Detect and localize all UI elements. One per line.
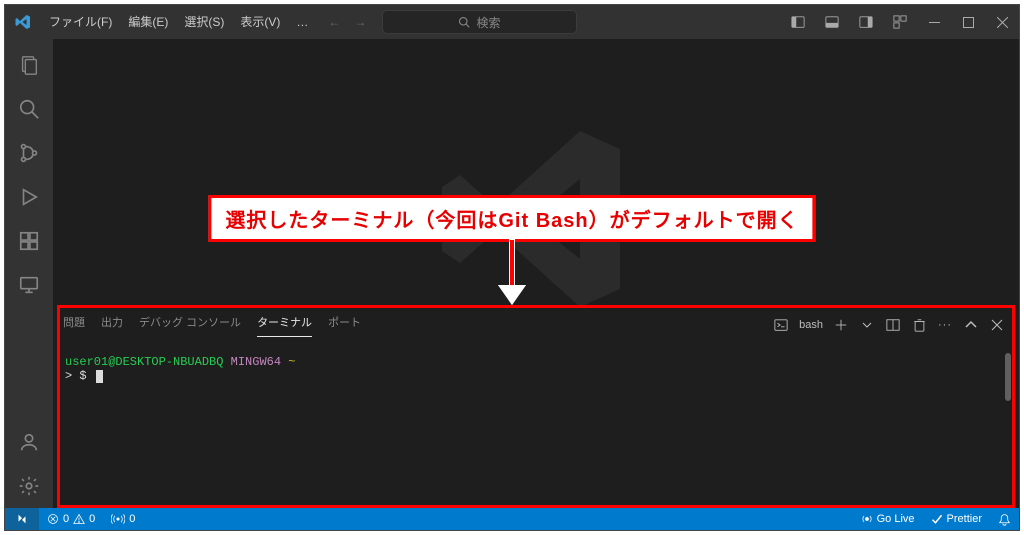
annotation-callout: 選択したターミナル（今回はGit Bash）がデフォルトで開く bbox=[208, 195, 815, 242]
activitybar bbox=[5, 39, 53, 508]
menu-overflow[interactable]: … bbox=[288, 5, 316, 39]
annotation-arrow-icon bbox=[500, 239, 524, 305]
explorer-icon[interactable] bbox=[5, 43, 53, 87]
menu-edit[interactable]: 編集(E) bbox=[120, 5, 176, 39]
split-terminal-icon[interactable] bbox=[885, 317, 901, 333]
panel-tab-ports[interactable]: ポート bbox=[328, 314, 361, 336]
toggle-secondary-sidebar-icon[interactable] bbox=[849, 5, 883, 39]
status-ports-count: 0 bbox=[129, 513, 135, 525]
terminal-cwd: ~ bbox=[288, 355, 295, 369]
window-maximize-icon[interactable] bbox=[951, 5, 985, 39]
source-control-icon[interactable] bbox=[5, 131, 53, 175]
error-icon bbox=[47, 513, 59, 525]
warning-icon bbox=[73, 513, 85, 525]
terminal-prompt-line: > $ bbox=[65, 369, 1005, 383]
status-problems[interactable]: 0 0 bbox=[39, 513, 103, 525]
menu-select[interactable]: 選択(S) bbox=[176, 5, 232, 39]
broadcast-icon bbox=[861, 513, 873, 525]
kill-terminal-icon[interactable] bbox=[911, 317, 927, 333]
status-notifications-icon[interactable] bbox=[990, 513, 1019, 526]
status-prettier-label: Prettier bbox=[947, 513, 982, 525]
search-placeholder: 検索 bbox=[476, 14, 500, 31]
customize-layout-icon[interactable] bbox=[883, 5, 917, 39]
status-prettier[interactable]: Prettier bbox=[923, 513, 990, 525]
vscode-window: ファイル(F) 編集(E) 選択(S) 表示(V) … ← → 検索 bbox=[4, 4, 1020, 531]
terminal-dropdown-icon[interactable] bbox=[859, 317, 875, 333]
terminal-prompt-prefix: > bbox=[65, 369, 72, 383]
panel-tab-output[interactable]: 出力 bbox=[101, 314, 123, 336]
panel-more-icon[interactable]: ··· bbox=[937, 317, 953, 333]
vscode-logo-icon bbox=[5, 14, 41, 30]
status-ports[interactable]: 0 bbox=[103, 513, 143, 525]
terminal-shell-label[interactable]: bash bbox=[799, 319, 823, 331]
terminal-prompt-symbol: $ bbox=[79, 369, 86, 383]
search-icon bbox=[458, 16, 470, 28]
terminal-cursor bbox=[96, 370, 103, 383]
status-error-count: 0 bbox=[63, 513, 69, 525]
terminal-prompt-header: user01@DESKTOP-NBUADBQ MINGW64 ~ bbox=[65, 355, 1005, 369]
remote-explorer-icon[interactable] bbox=[5, 263, 53, 307]
settings-gear-icon[interactable] bbox=[5, 464, 53, 508]
accounts-icon[interactable] bbox=[5, 420, 53, 464]
status-go-live[interactable]: Go Live bbox=[853, 513, 923, 525]
antenna-icon bbox=[111, 513, 125, 525]
panel-actions: bash ··· bbox=[773, 311, 1005, 339]
terminal-user-host: user01@DESKTOP-NBUADBQ bbox=[65, 355, 223, 369]
status-warning-count: 0 bbox=[89, 513, 95, 525]
close-panel-icon[interactable] bbox=[989, 317, 1005, 333]
check-icon bbox=[931, 513, 943, 525]
remote-indicator-icon[interactable] bbox=[5, 508, 39, 530]
maximize-panel-icon[interactable] bbox=[963, 317, 979, 333]
terminal-body[interactable]: user01@DESKTOP-NBUADBQ MINGW64 ~ > $ bbox=[65, 355, 1005, 502]
terminal-env: MINGW64 bbox=[231, 355, 281, 369]
nav-back-icon[interactable]: ← bbox=[324, 15, 344, 29]
menu-view[interactable]: 表示(V) bbox=[232, 5, 288, 39]
menu-file[interactable]: ファイル(F) bbox=[41, 5, 120, 39]
command-center-search[interactable]: 検索 bbox=[382, 10, 576, 34]
window-minimize-icon[interactable] bbox=[917, 5, 951, 39]
new-terminal-icon[interactable] bbox=[833, 317, 849, 333]
panel-tab-terminal[interactable]: ターミナル bbox=[257, 314, 312, 337]
terminal-scrollbar[interactable] bbox=[1005, 353, 1011, 401]
status-go-live-label: Go Live bbox=[877, 513, 915, 525]
window-close-icon[interactable] bbox=[985, 5, 1019, 39]
panel-tab-debug-console[interactable]: デバッグ コンソール bbox=[139, 314, 241, 336]
extensions-icon[interactable] bbox=[5, 219, 53, 263]
statusbar: 0 0 0 Go Live Prettier bbox=[5, 508, 1019, 530]
titlebar: ファイル(F) 編集(E) 選択(S) 表示(V) … ← → 検索 bbox=[5, 5, 1019, 39]
nav-forward-icon[interactable]: → bbox=[350, 15, 370, 29]
search-sidebar-icon[interactable] bbox=[5, 87, 53, 131]
run-debug-icon[interactable] bbox=[5, 175, 53, 219]
panel-tab-problems[interactable]: 問題 bbox=[63, 314, 85, 336]
toggle-panel-icon[interactable] bbox=[815, 5, 849, 39]
toggle-primary-sidebar-icon[interactable] bbox=[781, 5, 815, 39]
terminal-profile-icon bbox=[773, 317, 789, 333]
